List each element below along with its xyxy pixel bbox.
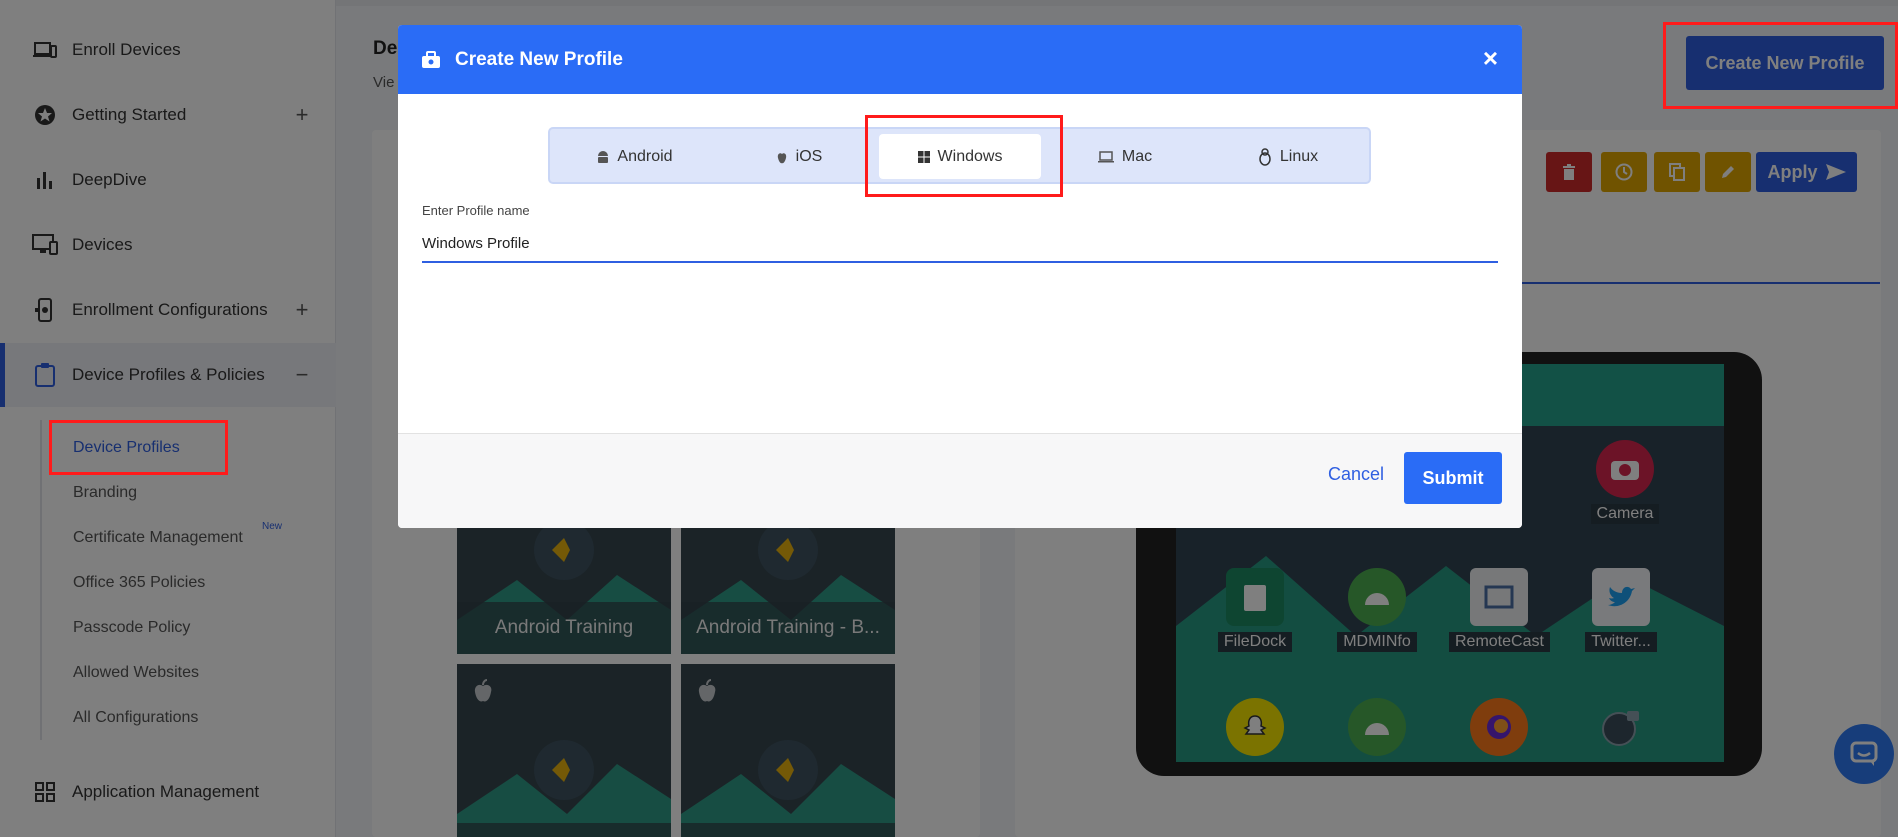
os-option-label: Windows xyxy=(937,147,1003,165)
modal-footer: Cancel Submit xyxy=(398,433,1522,528)
os-option-windows[interactable]: Windows xyxy=(879,134,1041,179)
windows-icon xyxy=(917,150,930,163)
android-icon xyxy=(598,150,609,163)
os-option-android[interactable]: Android xyxy=(555,134,715,179)
cancel-button[interactable]: Cancel xyxy=(1328,464,1384,485)
os-option-label: Android xyxy=(617,147,673,165)
os-selector: Android iOS Windows Mac Linux xyxy=(548,127,1371,184)
os-option-label: Linux xyxy=(1279,147,1319,165)
close-icon[interactable]: × xyxy=(1483,43,1498,74)
os-option-mac[interactable]: Mac xyxy=(1045,134,1205,179)
os-option-label: iOS xyxy=(795,147,823,165)
profile-name-label: Enter Profile name xyxy=(422,203,530,218)
apple-icon xyxy=(777,152,786,163)
create-profile-modal: Create New Profile × Android iOS Windows… xyxy=(398,25,1522,528)
linux-penguin-icon xyxy=(1259,147,1271,166)
os-option-label: Mac xyxy=(1121,147,1153,165)
os-option-linux[interactable]: Linux xyxy=(1208,134,1368,179)
briefcase-icon xyxy=(422,50,440,68)
modal-title: Create New Profile xyxy=(455,48,623,70)
submit-button[interactable]: Submit xyxy=(1404,452,1502,504)
laptop-icon xyxy=(1097,150,1114,162)
profile-name-input[interactable] xyxy=(422,225,1498,263)
modal-header: Create New Profile × xyxy=(398,25,1522,94)
os-option-ios[interactable]: iOS xyxy=(719,134,879,179)
